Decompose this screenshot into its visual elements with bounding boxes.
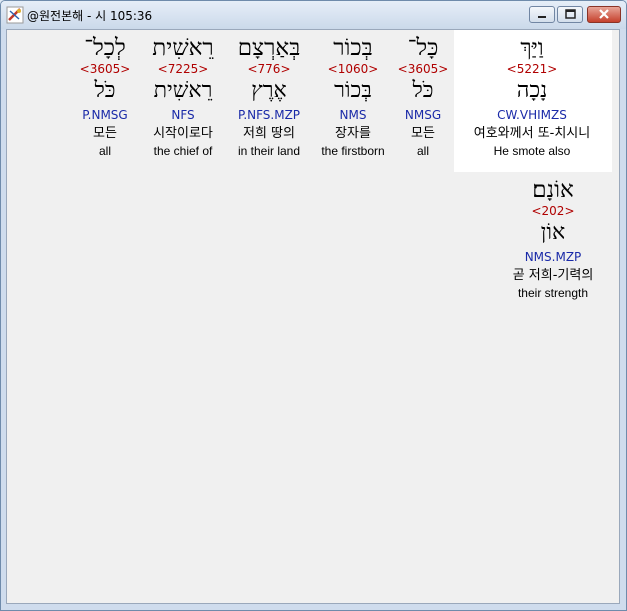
word-card[interactable]: לְכָל־ <3605> כֹּל P.NMSG 모든 all [30, 34, 180, 158]
english-gloss: their strength [517, 286, 589, 300]
word-card[interactable]: אוֹנָם׃ <202> אוֹן NMS.MZP 곧 저희-기력의 thei… [478, 176, 626, 300]
app-logo-icon [6, 6, 24, 24]
maximize-icon [565, 9, 576, 19]
english-gloss: all [98, 144, 111, 158]
close-button[interactable] [587, 6, 621, 23]
hebrew-word: לְכָל־ [84, 35, 126, 61]
hebrew-lemma: כֹּל [94, 78, 116, 103]
strong-number: <202> [531, 204, 575, 218]
strong-number: <3605> [79, 62, 131, 76]
close-icon [599, 9, 609, 19]
morphology-code: NMS.MZP [524, 250, 582, 264]
hebrew-word: אוֹנָם׃ [532, 177, 574, 203]
interlinear-panel: וַיַּךְ <5221> נָכָה CW.VHIMZS 여호와께서 또-치… [6, 29, 620, 604]
minimize-icon [538, 16, 546, 18]
window-title: @원전본해 - 시 105:36 [27, 9, 153, 23]
korean-gloss: 모든 [93, 126, 117, 141]
hebrew-lemma: אוֹן [540, 220, 566, 245]
korean-gloss: 곧 저희-기력의 [512, 268, 594, 283]
title-bar[interactable]: @원전본해 - 시 105:36 [1, 1, 626, 29]
minimize-button[interactable] [529, 6, 555, 23]
morphology-code: P.NMSG [82, 108, 128, 122]
maximize-button[interactable] [557, 6, 583, 23]
app-window: @원전본해 - 시 105:36 וַיַּךְ <5221> נָכָה CW… [0, 0, 627, 611]
